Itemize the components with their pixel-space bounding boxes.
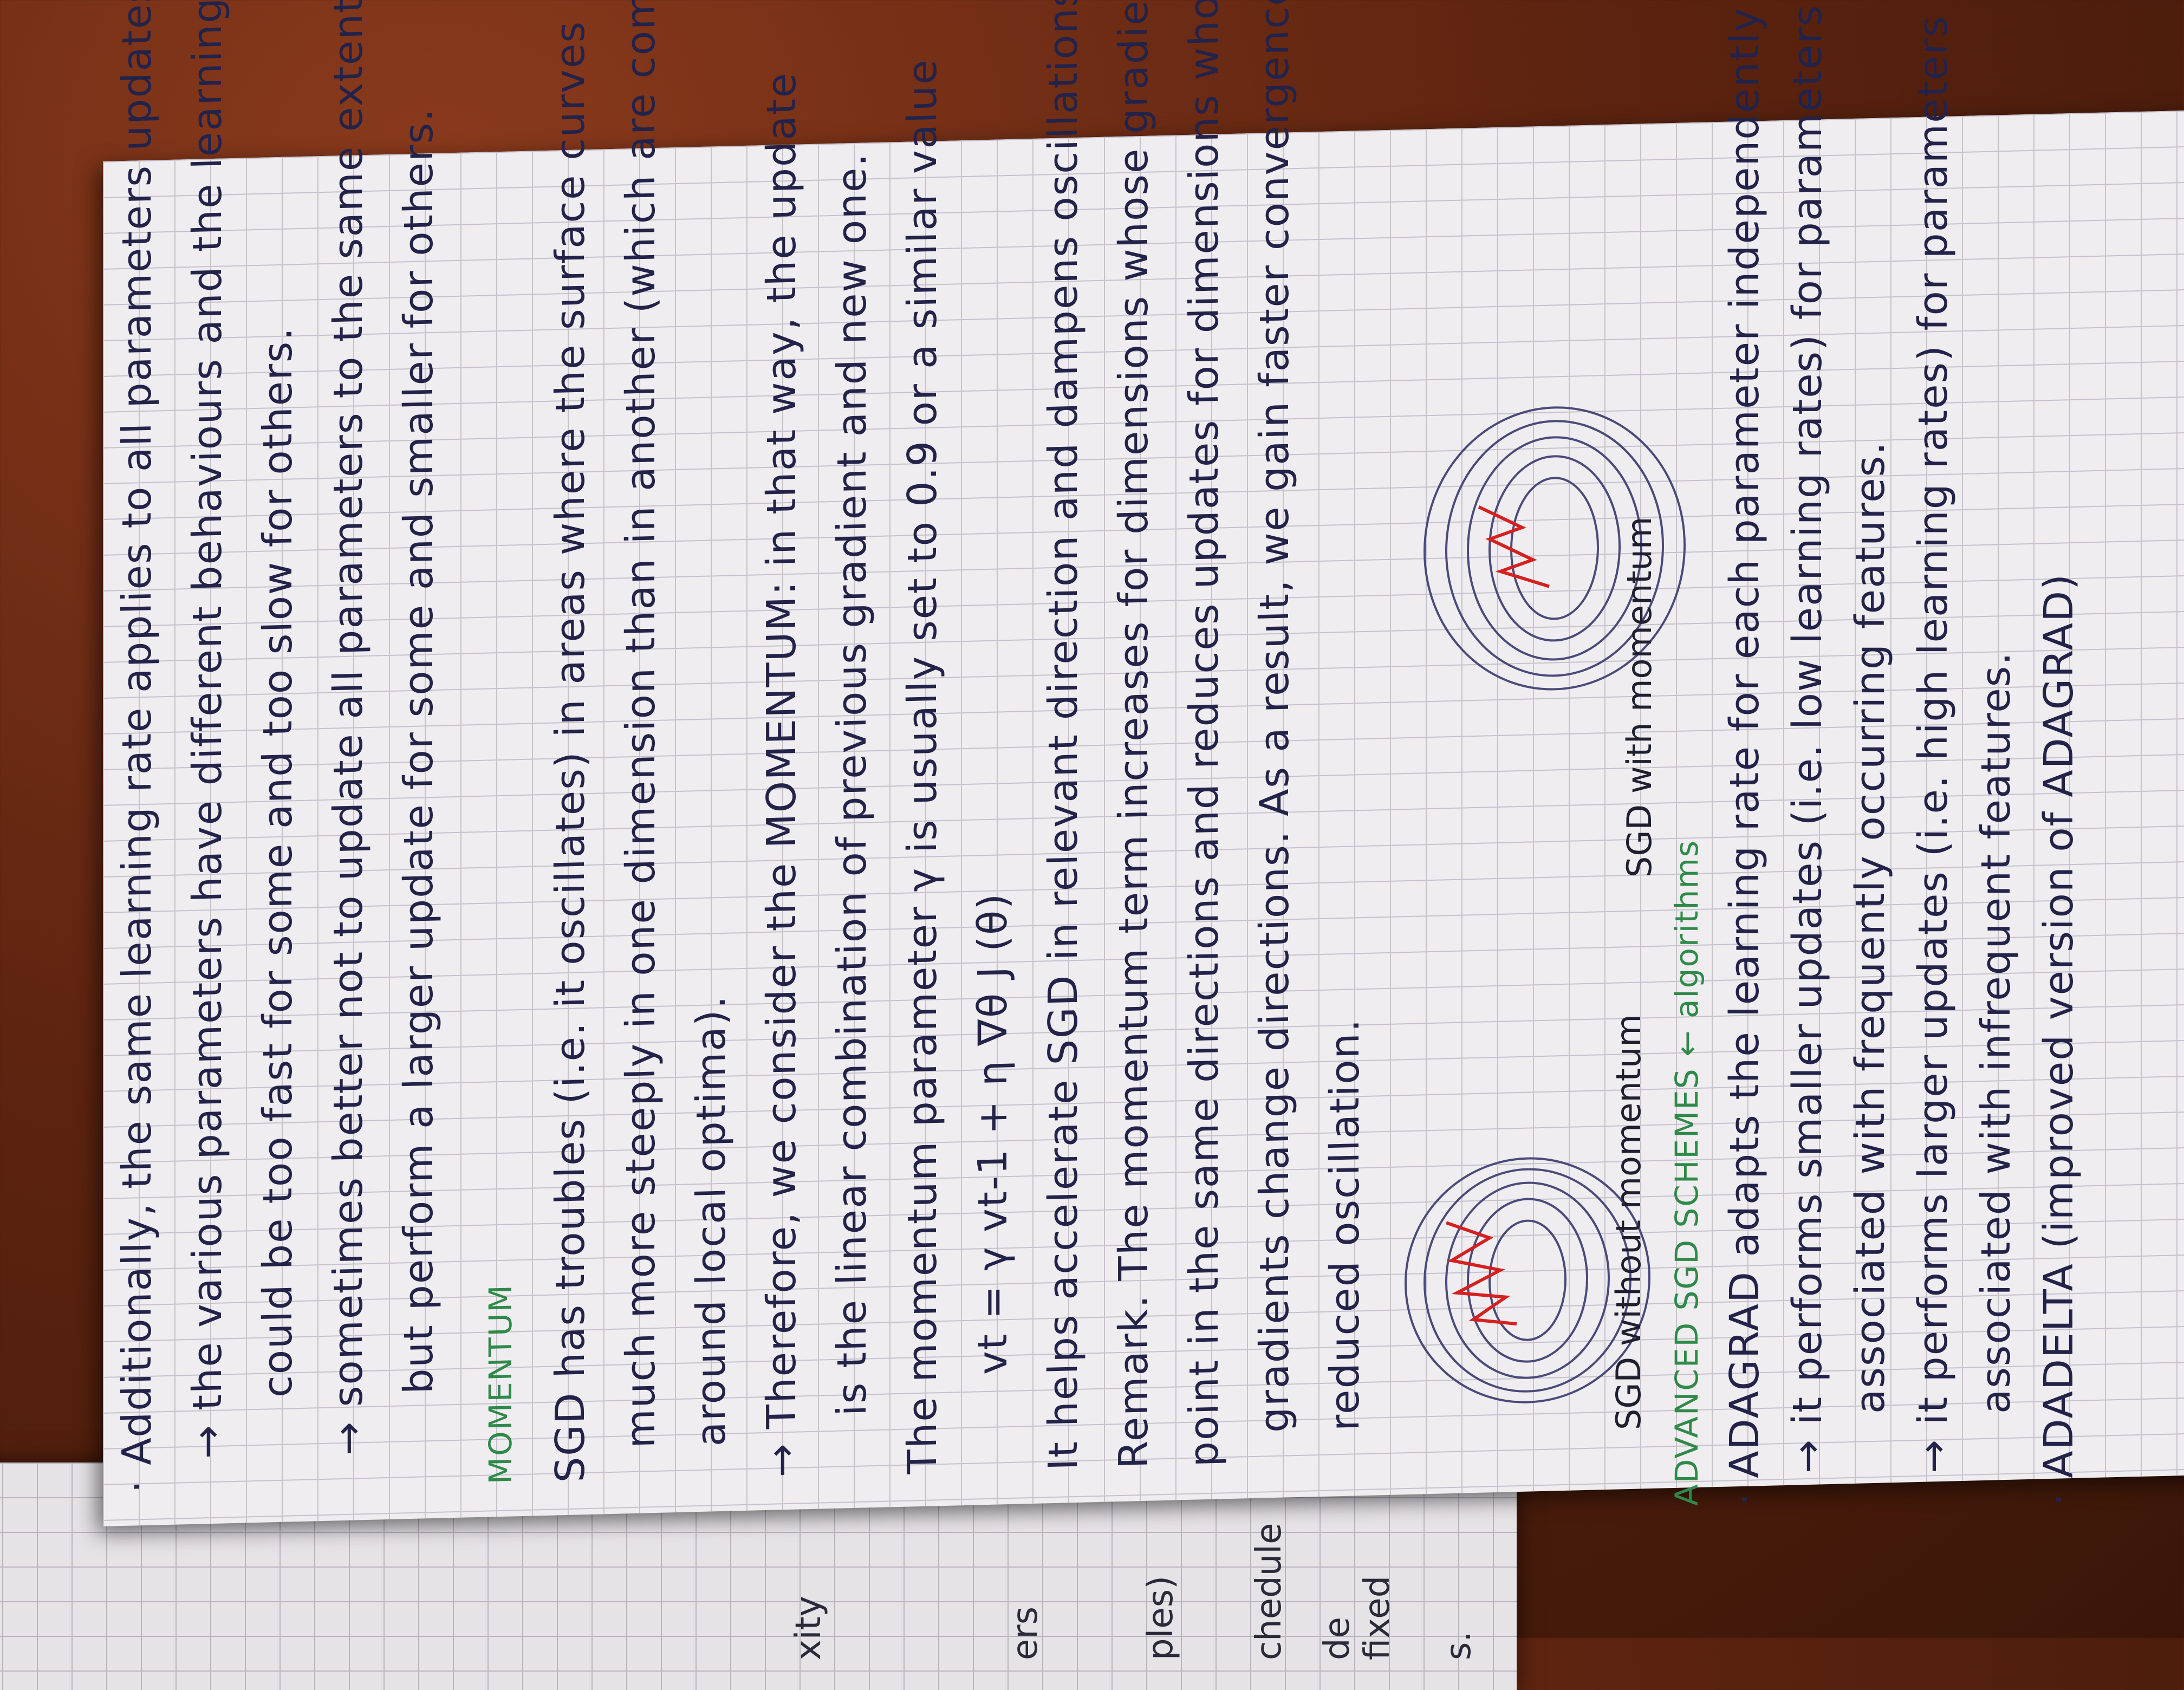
note-line: gradients change directions. As a result… — [1251, 0, 1298, 1434]
note-line: could be too fast for some and too slow … — [255, 326, 301, 1399]
note-line: → Therefore, we consider the MOMENTUM: i… — [758, 72, 805, 1478]
note-line: is the linear combination of previous gr… — [829, 152, 875, 1417]
remark-line: Remark. The momentum term increases for … — [1110, 0, 1157, 1470]
momentum-heading: MOMENTUM — [482, 1283, 519, 1485]
advanced-heading: ADVANCED SGD SCHEMES ← algorithms — [1668, 839, 1705, 1506]
oscillating-path — [1445, 1221, 1517, 1326]
note-line: associated with infrequent features. — [1973, 651, 2019, 1414]
contour-plot-without-momentum — [1405, 1157, 1650, 1403]
note-line: SGD has troubles (i.e. it oscillates) in… — [547, 20, 594, 1483]
note-line: reduced oscillation. — [1322, 1018, 1368, 1432]
facing-page-fragment: chedule — [1249, 1523, 1289, 1660]
note-line: but perform a larger update for some and… — [395, 107, 442, 1395]
momentum-formula: vt = γ vt-1 + η ∇θ J (θ) — [970, 892, 1016, 1375]
advanced-section: ADVANCED SGD SCHEMES ← algorithms · ADAG… — [1668, 4, 2082, 1506]
caption-without-momentum: SGD without momentum — [1609, 1014, 1648, 1430]
facing-page-fragment: de fixed — [1317, 1575, 1398, 1660]
note-line: · Additionally, the same learning rate a… — [114, 0, 160, 1494]
note-line: It helps accelerate SGD in relevant dire… — [1040, 0, 1087, 1471]
note-line: much more steeply in one dimension than … — [618, 0, 664, 1449]
caption-with-momentum: SGD with momentum — [1620, 516, 1659, 877]
facing-page-fragment: ples) — [1141, 1575, 1181, 1660]
note-line: → it performs smaller updates (i.e. low … — [1784, 4, 1831, 1473]
facing-page-fragment: s. — [1439, 1631, 1479, 1660]
note-line: → sometimes better not to update all par… — [325, 0, 372, 1456]
note-line: → the various parameters have different … — [184, 0, 231, 1460]
facing-page-fragment: ers — [1005, 1606, 1045, 1660]
note-line: → it performs larger updates (i.e. high … — [1910, 15, 1956, 1473]
note-line: point in the same directions and reduces… — [1181, 0, 1227, 1468]
note-line: around local optima). — [688, 994, 734, 1447]
note-line: · ADADELTA (improved version of ADAGRAD) — [2036, 573, 2082, 1506]
note-line: The momentum parameter γ is usually set … — [899, 58, 946, 1474]
facing-page-fragment: xity — [789, 1596, 829, 1660]
note-line: · ADAGRAD adapts the learning rate for e… — [1721, 6, 1768, 1506]
note-line: associated with frequently occurring fea… — [1847, 441, 1894, 1414]
